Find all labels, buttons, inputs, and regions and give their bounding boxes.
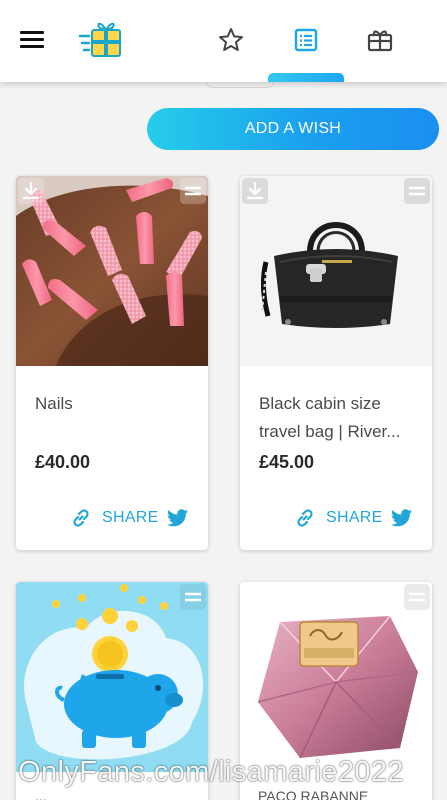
drag-handle-icon[interactable] [180,584,206,610]
wish-title-partial: ... [35,788,47,800]
wish-title: Black cabin size travel bag | River... [259,394,401,441]
wish-image-perfume[interactable] [240,582,432,772]
wish-card[interactable]: Black cabin size travel bag | River... £… [240,176,432,550]
flying-gift-logo-icon[interactable] [78,16,124,60]
share-button[interactable]: SHARE [70,506,189,530]
drag-handle-icon[interactable] [180,178,206,204]
drag-handle-icon[interactable] [404,178,430,204]
gift-box-icon[interactable] [366,26,394,54]
wish-title: Nails [35,394,73,413]
link-icon [73,509,89,527]
wish-title-partial: PACO RABANNE [258,788,369,800]
wish-price: £40.00 [35,452,91,472]
add-wish-button[interactable]: ADD A WISH [147,108,439,150]
twitter-icon[interactable] [166,508,189,528]
star-icon[interactable] [217,26,245,54]
download-icon[interactable] [18,178,44,204]
wish-card[interactable]: Nails £40.00 SHARE [16,176,208,550]
list-icon[interactable] [292,26,320,54]
download-icon[interactable] [242,178,268,204]
share-button[interactable]: SHARE [294,506,413,530]
wish-price: £45.00 [259,452,315,472]
top-app-bar [0,0,447,82]
watermark-text: OnlyFans.com/lisamarie2022 [18,756,404,788]
wish-image-travel-bag[interactable] [240,176,432,366]
share-label: SHARE [102,509,159,526]
link-icon [297,509,313,527]
active-tab-indicator [268,73,344,82]
drag-handle-icon[interactable] [404,584,430,610]
wish-image-piggy-bank[interactable] [16,582,208,772]
hamburger-menu-icon[interactable] [20,31,44,49]
wish-image-nails[interactable] [16,176,208,366]
share-label: SHARE [326,509,383,526]
twitter-icon[interactable] [390,508,413,528]
